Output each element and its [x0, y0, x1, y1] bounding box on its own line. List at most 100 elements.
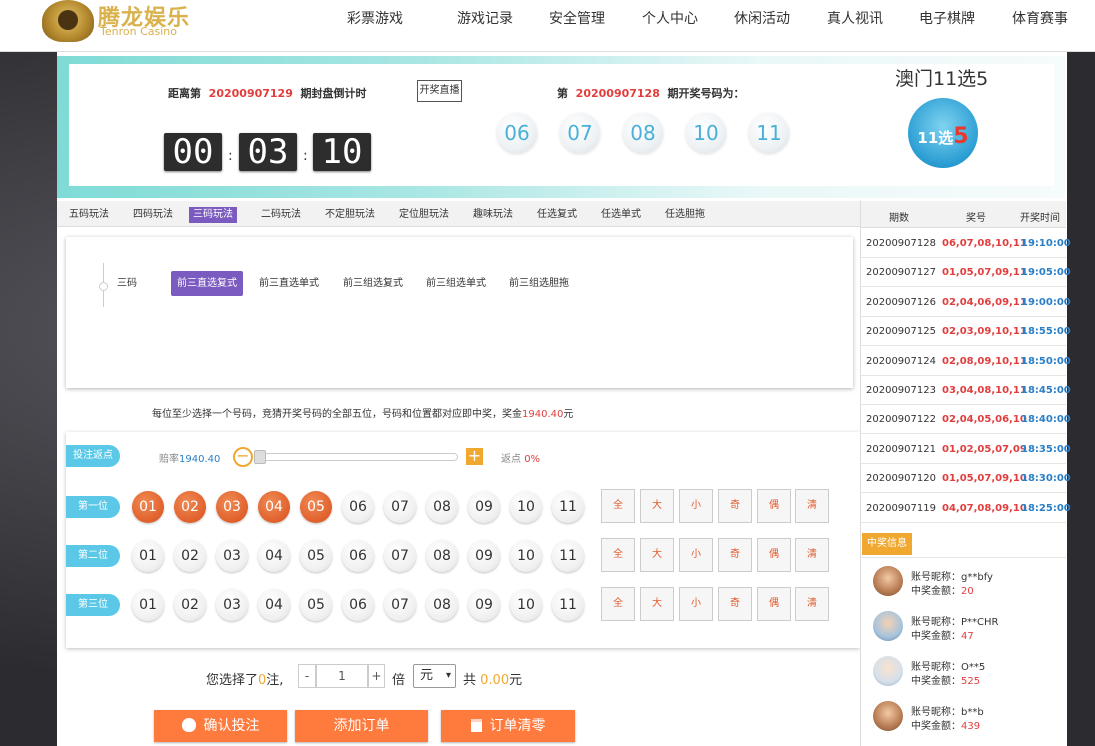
sub-front3-group-drag[interactable]: 前三组选胆拖 — [503, 271, 575, 296]
winner-amount: 中奖金额：525 — [911, 672, 980, 687]
tab-five-code[interactable]: 五码玩法 — [65, 207, 113, 223]
quick-select-button[interactable]: 清 — [795, 489, 829, 523]
quick-select-button[interactable]: 小 — [679, 587, 713, 621]
quick-select-button[interactable]: 大 — [640, 489, 674, 523]
winner-amount-label: 中奖金额： — [911, 676, 961, 687]
nav-sports[interactable]: 体育赛事 — [1012, 8, 1068, 28]
colon: : — [303, 148, 308, 164]
nav-activities[interactable]: 休闲活动 — [734, 8, 790, 28]
number-ball[interactable]: 10 — [510, 589, 542, 621]
multiplier-minus-button[interactable]: - — [298, 664, 316, 688]
quick-select-button[interactable]: 偶 — [757, 489, 791, 523]
sub-front3-direct-multiple[interactable]: 前三直选复式 — [171, 271, 243, 296]
tab-fun[interactable]: 趣味玩法 — [469, 207, 517, 223]
tab-any-drag[interactable]: 任选胆拖 — [661, 207, 709, 223]
winners-title: 中奖信息 — [862, 533, 912, 555]
add-order-button[interactable]: 添加订单 — [295, 710, 428, 742]
number-ball[interactable]: 03 — [216, 491, 248, 523]
live-draw-button[interactable]: 开奖直播 — [417, 80, 462, 102]
winner-amount: 中奖金额：439 — [911, 717, 980, 732]
number-ball[interactable]: 03 — [216, 540, 248, 572]
tab-any-single[interactable]: 任选单式 — [597, 207, 645, 223]
history-time: 18:55:00 — [1021, 326, 1071, 338]
quick-select-button[interactable]: 全 — [601, 489, 635, 523]
number-ball[interactable]: 02 — [174, 589, 206, 621]
quick-select-button[interactable]: 奇 — [718, 587, 752, 621]
number-ball[interactable]: 06 — [342, 540, 374, 572]
number-ball[interactable]: 05 — [300, 589, 332, 621]
history-nums: 02,04,05,06,10 — [942, 414, 1027, 426]
quick-select-button[interactable]: 偶 — [757, 538, 791, 572]
quick-select-button[interactable]: 清 — [795, 538, 829, 572]
tab-three-code[interactable]: 三码玩法 — [189, 207, 237, 223]
quick-select-button[interactable]: 奇 — [718, 538, 752, 572]
clear-order-button[interactable]: 订单清零 — [441, 710, 575, 742]
number-ball[interactable]: 09 — [468, 540, 500, 572]
number-ball[interactable]: 01 — [132, 540, 164, 572]
number-ball[interactable]: 02 — [174, 540, 206, 572]
number-ball[interactable]: 07 — [384, 491, 416, 523]
nav-user-center[interactable]: 个人中心 — [642, 8, 698, 28]
nav-chess-cards[interactable]: 电子棋牌 — [919, 8, 975, 28]
rebate-plus-button[interactable]: + — [466, 448, 483, 465]
number-ball[interactable]: 05 — [300, 540, 332, 572]
dragon-emblem-icon — [42, 0, 94, 42]
nav-security[interactable]: 安全管理 — [549, 8, 605, 28]
quick-select-button[interactable]: 小 — [679, 489, 713, 523]
quick-select-button[interactable]: 全 — [601, 587, 635, 621]
quick-select-button[interactable]: 奇 — [718, 489, 752, 523]
number-ball[interactable]: 11 — [552, 491, 584, 523]
game-logo-icon: 11选5 — [908, 98, 978, 168]
sub-front3-group-single[interactable]: 前三组选单式 — [420, 271, 492, 296]
number-ball[interactable]: 08 — [426, 540, 458, 572]
rebate-slider-handle[interactable] — [254, 450, 266, 464]
number-ball[interactable]: 08 — [426, 589, 458, 621]
sub-front3-direct-single[interactable]: 前三直选单式 — [253, 271, 325, 296]
tab-any-multiple[interactable]: 任选复式 — [533, 207, 581, 223]
quick-select-button[interactable]: 大 — [640, 538, 674, 572]
number-ball[interactable]: 04 — [258, 589, 290, 621]
confirm-bet-button[interactable]: 确认投注 — [154, 710, 287, 742]
multiplier-plus-button[interactable]: + — [368, 664, 385, 688]
tab-four-code[interactable]: 四码玩法 — [129, 207, 177, 223]
number-ball[interactable]: 01 — [132, 491, 164, 523]
sub-front3-group-multiple[interactable]: 前三组选复式 — [337, 271, 409, 296]
quick-select-button[interactable]: 偶 — [757, 587, 791, 621]
nav-game-records[interactable]: 游戏记录 — [457, 8, 513, 28]
number-ball[interactable]: 02 — [174, 491, 206, 523]
number-ball[interactable]: 11 — [552, 589, 584, 621]
number-ball[interactable]: 08 — [426, 491, 458, 523]
number-ball[interactable]: 04 — [258, 540, 290, 572]
number-ball[interactable]: 03 — [216, 589, 248, 621]
number-ball[interactable]: 09 — [468, 589, 500, 621]
quick-select-button[interactable]: 清 — [795, 587, 829, 621]
quick-select-button[interactable]: 大 — [640, 587, 674, 621]
rebate-minus-button[interactable]: − — [233, 447, 253, 467]
multiplier-input[interactable]: 1 — [316, 664, 368, 688]
rebate-slider[interactable] — [254, 453, 458, 461]
number-ball[interactable]: 07 — [384, 589, 416, 621]
number-ball[interactable]: 04 — [258, 491, 290, 523]
number-ball[interactable]: 07 — [384, 540, 416, 572]
nav-live-casino[interactable]: 真人视讯 — [827, 8, 883, 28]
number-ball[interactable]: 01 — [132, 589, 164, 621]
quick-select-button[interactable]: 小 — [679, 538, 713, 572]
number-ball[interactable]: 11 — [552, 540, 584, 572]
brand-logo[interactable]: 腾龙娱乐 Tenron Casino — [42, 0, 192, 44]
history-time: 18:40:00 — [1021, 414, 1071, 426]
quick-select-button[interactable]: 全 — [601, 538, 635, 572]
rule-note: 每位至少选择一个号码，竞猜开奖号码的全部五位，号码和位置都对应即中奖，奖金194… — [152, 409, 574, 420]
tab-indefinite[interactable]: 不定胆玩法 — [321, 207, 379, 223]
number-ball[interactable]: 10 — [510, 491, 542, 523]
history-issue: 20200907119 — [866, 502, 936, 514]
sub-play-panel — [66, 237, 853, 388]
number-ball[interactable]: 05 — [300, 491, 332, 523]
nav-lottery[interactable]: 彩票游戏 — [347, 8, 403, 28]
number-ball[interactable]: 06 — [342, 589, 374, 621]
number-ball[interactable]: 09 — [468, 491, 500, 523]
tab-position[interactable]: 定位胆玩法 — [395, 207, 453, 223]
number-ball[interactable]: 10 — [510, 540, 542, 572]
number-ball[interactable]: 06 — [342, 491, 374, 523]
tab-two-code[interactable]: 二码玩法 — [257, 207, 305, 223]
unit-select[interactable]: 元 ▾ — [413, 664, 456, 688]
